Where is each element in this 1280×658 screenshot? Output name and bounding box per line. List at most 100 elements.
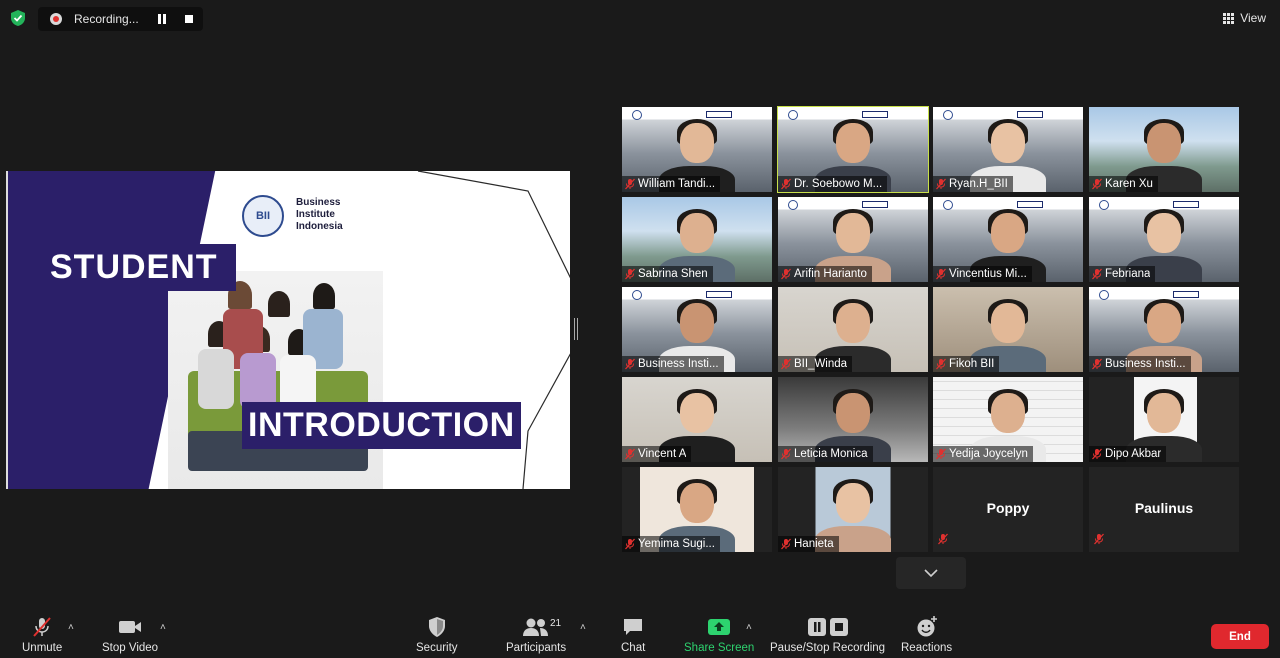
muted-mic-icon [1089,177,1105,191]
recording-indicator: Recording... [38,7,203,31]
kaplan-logo-icon [706,111,732,118]
chat-bubble-icon [622,614,644,640]
participant-name: Karen Xu [1105,178,1153,190]
participant-face [1147,213,1181,253]
kaplan-logo-icon [706,291,732,298]
kaplan-logo-icon [1017,201,1043,208]
participant-face [836,483,870,523]
end-meeting-button[interactable]: End [1211,624,1269,649]
kaplan-logo-icon [1017,111,1043,118]
audio-options-caret[interactable]: ˄ [68,622,74,633]
participant-name: Business Insti... [1105,358,1186,370]
split-view-drag-handle[interactable] [574,318,578,340]
bii-mini-logo-icon [1099,290,1109,300]
bii-mini-logo-icon [943,110,953,120]
participant-face [680,303,714,343]
participant-face [680,123,714,163]
participant-tile[interactable]: BII_Winda [778,287,928,372]
muted-mic-icon [778,267,794,281]
participant-name: Yemima Sugi... [638,538,715,550]
participant-face [836,123,870,163]
slide-title-student: STUDENT [32,244,236,291]
stop-video-button[interactable]: Stop Video [102,614,158,654]
chevron-down-icon [924,569,938,578]
participant-name: Leticia Monica [794,448,868,460]
participant-name: Febriana [1105,268,1151,280]
muted-mic-icon [778,537,794,551]
grid-view-icon [1223,12,1235,24]
participant-face [836,213,870,253]
muted-mic-icon [1093,532,1105,550]
participant-face [1147,123,1181,163]
participant-name-bar: Fikoh BII [933,356,1000,372]
share-screen-button[interactable]: Share Screen [684,614,754,654]
muted-mic-icon [622,267,638,281]
participant-tile[interactable]: Arifin Harianto [778,197,928,282]
participant-tile[interactable]: Fikoh BII [933,287,1083,372]
next-page-button[interactable] [896,557,966,589]
participant-name-bar: Yedija Joycelyn [933,446,1033,462]
students-group-photo [168,271,383,489]
security-button[interactable]: Security [416,614,458,654]
participant-tile[interactable]: Dr. Soebowo M... [777,106,929,193]
view-button[interactable]: View [1223,11,1266,25]
participant-tile[interactable]: Yemima Sugi... [622,467,772,552]
participant-tile[interactable]: Hanieta [778,467,928,552]
participant-tile[interactable]: Sabrina Shen [622,197,772,282]
participant-name: Arifin Harianto [794,268,867,280]
muted-mic-icon [933,267,949,281]
participants-icon [521,614,551,640]
participant-face [836,393,870,433]
participant-name-bar: Dr. Soebowo M... [778,176,888,192]
meeting-toolbar: Unmute ˄ Stop Video ˄ Security Participa… [0,600,1280,658]
participant-tile[interactable]: Febriana [1089,197,1239,282]
video-options-caret[interactable]: ˄ [160,622,166,633]
participant-name-bar: Dipo Akbar [1089,446,1167,462]
participant-name-bar: Yemima Sugi... [622,536,720,552]
participant-name: Sabrina Shen [638,268,708,280]
share-options-caret[interactable]: ˄ [746,622,752,633]
participant-tile[interactable]: Vincentius Mi... [933,197,1083,282]
participant-tile[interactable]: Yedija Joycelyn [933,377,1083,462]
participant-tile[interactable]: Karen Xu [1089,107,1239,192]
slide-title-introduction: INTRODUCTION [242,402,521,449]
pause-recording-icon[interactable] [158,14,168,24]
muted-mic-icon [622,357,638,371]
participant-tile[interactable]: Ryan.H_BII [933,107,1083,192]
participant-tile[interactable]: Vincent A [622,377,772,462]
participant-tile[interactable]: Poppy [933,467,1083,552]
participant-name: Dr. Soebowo M... [794,178,883,190]
participant-name: Ryan.H_BII [949,178,1008,190]
participant-face [991,123,1025,163]
muted-mic-icon [622,537,638,551]
participant-name: Hanieta [794,538,834,550]
participant-name-bar: Leticia Monica [778,446,873,462]
participant-face [1147,303,1181,343]
participant-tile[interactable]: Business Insti... [1089,287,1239,372]
participant-tile[interactable]: Dipo Akbar [1089,377,1239,462]
participant-tile[interactable]: William Tandi... [622,107,772,192]
security-shield-icon[interactable] [8,8,28,28]
participant-name: BII_Winda [794,358,848,370]
stop-recording-icon[interactable] [185,15,193,23]
participant-face [836,303,870,343]
reactions-button[interactable]: Reactions [901,614,952,654]
kaplan-logo-icon [1173,201,1199,208]
unmute-button[interactable]: Unmute [22,614,62,654]
participant-tile[interactable]: Leticia Monica [778,377,928,462]
participant-face [991,213,1025,253]
participant-face [1147,393,1181,433]
participant-name-bar: Ryan.H_BII [933,176,1013,192]
pause-stop-recording-button[interactable]: Pause/Stop Recording [770,614,885,654]
participant-name-bar: Vincentius Mi... [933,266,1032,282]
participant-name-bar: BII_Winda [778,356,853,372]
participant-tile[interactable]: Paulinus [1089,467,1239,552]
recording-label: Recording... [74,12,139,26]
bii-mini-logo-icon [632,290,642,300]
participants-options-caret[interactable]: ˄ [580,622,586,633]
participant-name: William Tandi... [638,178,716,190]
kaplan-logo-icon [862,201,888,208]
participant-tile[interactable]: Business Insti... [622,287,772,372]
muted-mic-icon [933,177,949,191]
chat-button[interactable]: Chat [621,614,645,654]
